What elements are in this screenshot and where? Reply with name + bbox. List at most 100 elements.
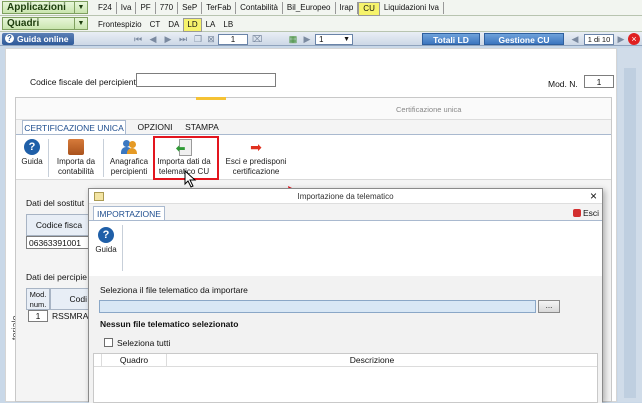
dialog-ribbon-panel: ? Guida (89, 220, 602, 276)
next-page-icon[interactable]: ▶ (163, 34, 173, 44)
quadri-label: Quadri (7, 18, 40, 29)
guida-label: Guida (21, 157, 43, 166)
table-header: Quadro Descrizione (94, 354, 597, 367)
guida-button[interactable]: ? Guida (18, 139, 46, 167)
mouse-cursor-icon (184, 170, 197, 188)
file-path-input[interactable] (99, 300, 536, 313)
col-quadro-header[interactable]: Quadro (102, 354, 167, 367)
menu-item-pf[interactable]: PF (136, 2, 156, 14)
codice-fiscale-header: Codice fisca (26, 214, 92, 236)
quadro-item-frontespizio[interactable]: Frontespizio (94, 18, 146, 32)
mod-num-header-1: Mod. (29, 290, 47, 299)
apps-menubar: Applicazioni ▼ F24 Iva PF 770 SeP TerFab Conta… (0, 0, 642, 16)
row-mod-num[interactable]: 1 (28, 310, 48, 322)
row-codice-value[interactable]: RSSMRA7 (52, 311, 93, 321)
quadro-item-da[interactable]: DA (164, 18, 183, 32)
esci-predisponi-button[interactable]: ➡ Esci e predisponi certificazione (222, 139, 290, 176)
separator (103, 139, 104, 177)
importa-contabilita-button[interactable]: Importa da contabilità (52, 139, 100, 176)
grid-icon[interactable]: ▦ (288, 34, 298, 44)
tab-certificazione-unica[interactable]: CERTIFICAZIONE UNICA (22, 120, 126, 134)
mod-n-field[interactable]: 1 (584, 75, 614, 88)
import-box-icon (68, 139, 84, 155)
col-descrizione-header[interactable]: Descrizione (167, 354, 577, 367)
menu-item-bil-europeo[interactable]: Bil_Europeo (283, 2, 336, 14)
gestione-cu-button[interactable]: Gestione CU (484, 33, 564, 45)
anagrafica-label-1: Anagrafica (109, 157, 149, 166)
dialog-esci-button[interactable]: Esci (572, 208, 599, 218)
sostituto-label: Dati del sostitut (26, 198, 85, 208)
clear-icon[interactable]: ⌧ (252, 34, 262, 44)
tab-stampa[interactable]: STAMPA (182, 120, 222, 134)
tab-importazione[interactable]: IMPORTAZIONE (93, 206, 165, 220)
modulo-value: 1 (319, 35, 324, 44)
esci-label-2: certificazione (232, 166, 280, 176)
separator (48, 139, 49, 177)
anagrafica-label-2: percipienti (110, 166, 148, 176)
menu-item-terfab[interactable]: TerFab (202, 2, 237, 14)
quadro-item-lb[interactable]: LB (219, 18, 237, 32)
dialog-ribbon: IMPORTAZIONE Esci ? Guida (89, 204, 602, 276)
app-menu-items: F24 Iva PF 770 SeP TerFab Contabilità Bil_Europ… (94, 2, 445, 16)
modulo-select[interactable]: 1 ▼ (315, 34, 353, 45)
guida-online-label: Guida online (17, 34, 69, 44)
menu-item-cu[interactable]: CU (358, 2, 380, 16)
menu-item-liquidazioni-iva[interactable]: Liquidazioni Iva (380, 2, 445, 14)
menu-item-contabilit-[interactable]: Contabilità (236, 2, 283, 14)
quadro-item-la[interactable]: LA (202, 18, 220, 32)
chevron-down-icon: ▼ (74, 2, 87, 13)
scrollbar[interactable] (624, 68, 636, 398)
menu-item-770[interactable]: 770 (156, 2, 179, 14)
quadro-item-ct[interactable]: CT (146, 18, 165, 32)
dialog-close-button[interactable]: × (590, 189, 597, 203)
copy-page-icon[interactable]: ❐ (193, 34, 203, 44)
go-icon[interactable]: ▶ (302, 34, 312, 44)
prev-page-icon[interactable]: ◀ (148, 34, 158, 44)
dialog-titlebar: Importazione da telematico × (89, 189, 602, 204)
cf-percipiente-field[interactable] (136, 73, 276, 87)
guida-online-button[interactable]: ? Guida online (2, 33, 75, 45)
menu-item-irap[interactable]: Irap (336, 2, 359, 14)
table-header-spacer (94, 354, 102, 367)
next-record-icon[interactable]: ▶ (616, 34, 626, 44)
form-ribbon: ? Guida Importa da contabilità Anagrafic… (16, 134, 611, 180)
navigation-toolbar: ? Guida online ⏮ ◀ ▶ ⏭ ❐ ⊠ 1 ⌧ ▦ ▶ 1 ▼ T… (0, 32, 642, 46)
quadro-item-ld[interactable]: LD (183, 18, 202, 32)
cf-percipiente-label: Codice fiscale del percipiente (30, 77, 141, 87)
tab-opzioni[interactable]: OPZIONI (132, 120, 178, 134)
dialog-content: Seleziona il file telematico da importar… (89, 276, 602, 403)
delete-page-icon[interactable]: ⊠ (206, 34, 216, 44)
close-form-icon[interactable]: × (628, 33, 640, 45)
mod-num-header: Mod. num. (26, 288, 50, 310)
first-page-icon[interactable]: ⏮ (133, 34, 143, 44)
esci-label-1: Esci e predisponi (225, 157, 287, 166)
last-page-icon[interactable]: ⏭ (178, 34, 188, 44)
separator (122, 225, 123, 271)
applicazioni-dropdown[interactable]: Applicazioni ▼ (2, 1, 88, 14)
quadri-menubar: Quadri ▼ Frontespizio CT DA LD LA LB (0, 16, 642, 32)
menu-item-sep[interactable]: SeP (178, 2, 203, 14)
select-file-label: Seleziona il file telematico da importar… (100, 285, 248, 295)
menu-item-iva[interactable]: Iva (117, 2, 137, 14)
importazione-dialog: Importazione da telematico × IMPORTAZION… (88, 188, 603, 403)
dialog-title: Importazione da telematico (297, 192, 394, 201)
form-titlebar: Certificazione unica (16, 98, 611, 120)
exit-icon (572, 209, 581, 217)
select-all-label: Seleziona tutti (117, 338, 171, 348)
dialog-esci-label: Esci (582, 208, 599, 218)
anagrafica-percipienti-button[interactable]: Anagrafica percipienti (105, 139, 153, 176)
browse-button[interactable]: ... (538, 300, 560, 313)
select-all-checkbox[interactable] (104, 338, 113, 347)
totali-ld-button[interactable]: Totali LD (422, 33, 480, 45)
prev-record-icon[interactable]: ◀ (570, 34, 580, 44)
page-number-field[interactable]: 1 (218, 34, 248, 45)
dialog-body: IMPORTAZIONE Esci ? Guida Seleziona il f… (89, 204, 602, 403)
codice-fiscale-sostituto-field[interactable]: 06363391001 (26, 236, 92, 249)
dialog-guida-label: Guida (95, 245, 117, 254)
menu-item-f24[interactable]: F24 (94, 2, 117, 14)
dialog-guida-button[interactable]: ? Guida (92, 227, 120, 255)
right-side-panel (618, 48, 642, 402)
chevron-down-icon: ▼ (343, 36, 350, 43)
quadri-dropdown[interactable]: Quadri ▼ (2, 17, 88, 30)
help-icon: ? (5, 34, 14, 43)
